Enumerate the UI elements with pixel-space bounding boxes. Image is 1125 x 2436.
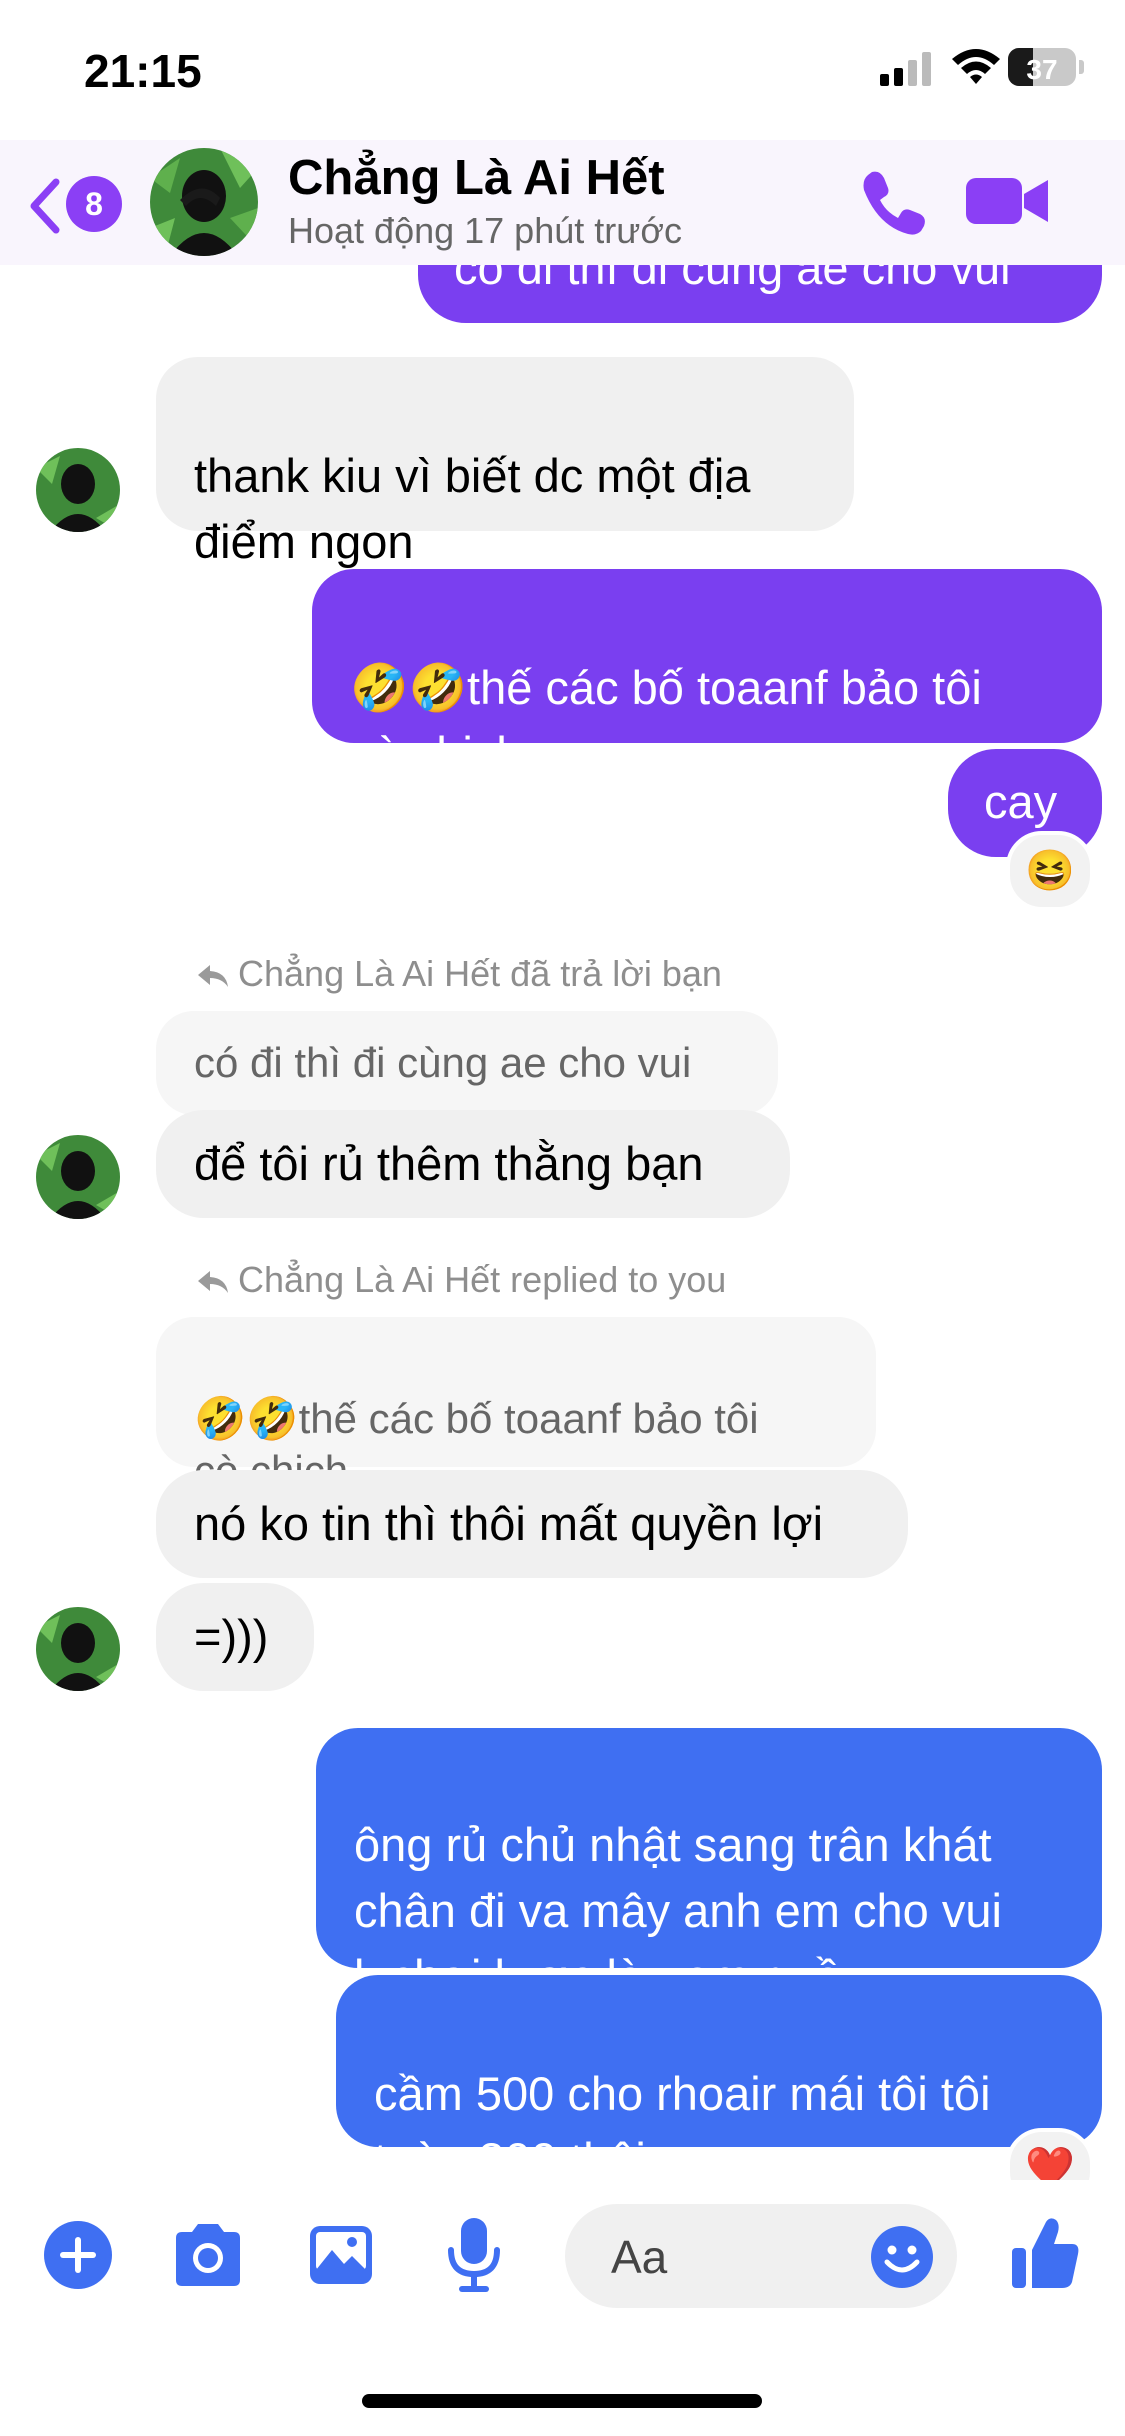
video-camera-icon[interactable] (964, 170, 1050, 232)
laughing-emoji-icon: 😆 (1025, 849, 1075, 893)
battery-icon: 37 (1008, 48, 1076, 86)
message-text: nó ko tin thì thôi mất quyền lợi (194, 1497, 824, 1550)
plus-icon (60, 2237, 96, 2273)
avatar[interactable] (36, 448, 120, 532)
message-bubble-incoming[interactable]: để tôi rủ thêm thằng bạn (156, 1110, 790, 1218)
phone-icon[interactable] (858, 166, 930, 238)
message-input-container[interactable] (565, 2204, 957, 2308)
reply-arrow-icon (198, 965, 228, 988)
battery-percent: 37 (1026, 54, 1058, 85)
message-input[interactable] (609, 2224, 873, 2290)
reply-indicator: Chẳng Là Ai Hết đã trả lời bạn (196, 953, 722, 995)
contact-activity-status: Hoạt động 17 phút trước (288, 210, 682, 251)
message-text: cầm 500 cho rhoair mái tôi tôi toàn 300 … (374, 2067, 991, 2180)
message-bubble-outgoing[interactable]: có đi thì đi cùng ae cho vui (418, 265, 1102, 323)
back-button[interactable]: 8 (24, 168, 124, 238)
image-icon[interactable] (306, 2220, 376, 2290)
unread-count-badge: 8 (66, 176, 122, 232)
message-text: =))) (194, 1610, 269, 1663)
contact-name[interactable]: Chẳng Là Ai Hết (288, 150, 665, 206)
home-indicator[interactable] (362, 2394, 762, 2408)
message-bubble-outgoing[interactable]: cầm 500 cho rhoair mái tôi tôi toàn 300 … (336, 1975, 1102, 2180)
message-text: cay (984, 775, 1058, 828)
message-bubble-incoming[interactable]: nó ko tin thì thôi mất quyền lợi (156, 1470, 908, 1578)
quoted-message[interactable]: 🤣🤣thế các bố toaanf bảo tôi cò chịch (156, 1317, 876, 1494)
conversation-header: 8 Chẳng Là Ai Hết Hoạt động 17 phút trướ… (0, 140, 1125, 265)
reply-indicator: Chẳng Là Ai Hết replied to you (196, 1259, 726, 1301)
avatar[interactable] (36, 1607, 120, 1691)
message-bubble-incoming[interactable]: thank kiu vì biết dc một địa điểm ngon (156, 357, 854, 568)
contact-avatar[interactable] (150, 148, 258, 256)
message-text: có đi thì đi cùng ae cho vui (454, 265, 1011, 294)
thumbs-up-icon[interactable] (1010, 2216, 1082, 2292)
message-text: để tôi rủ thêm thằng bạn (194, 1137, 704, 1190)
reaction-badge[interactable]: 😆 (1006, 831, 1094, 911)
emoji-icon[interactable] (869, 2224, 935, 2290)
avatar[interactable] (36, 1135, 120, 1219)
message-bubble-outgoing[interactable]: 🤣🤣thế các bố toaanf bảo tôi cò chịch (312, 569, 1102, 780)
message-list[interactable]: có đi thì đi cùng ae cho vui thank kiu v… (0, 265, 1125, 2180)
heart-icon: ❤️ (1025, 2146, 1075, 2180)
reply-arrow-icon (198, 1271, 228, 1294)
status-time: 21:15 (84, 45, 202, 97)
quoted-message[interactable]: có đi thì đi cùng ae cho vui (156, 1011, 778, 1115)
microphone-icon[interactable] (445, 2216, 503, 2296)
camera-icon[interactable] (170, 2220, 246, 2290)
chevron-left-icon (30, 178, 60, 234)
battery-cap (1079, 60, 1084, 74)
message-bubble-incoming[interactable]: =))) (156, 1583, 314, 1691)
message-text: 🤣🤣thế các bố toaanf bảo tôi cò chịch (350, 661, 982, 780)
reaction-badge[interactable]: ❤️ (1006, 2128, 1094, 2180)
wifi-icon (952, 49, 1000, 84)
plus-button[interactable] (44, 2221, 112, 2289)
message-text: thank kiu vì biết dc một địa điểm ngon (194, 449, 751, 568)
status-bar: 21:15 37 (0, 0, 1125, 140)
message-bubble-outgoing[interactable]: ông rủ chủ nhật sang trân khát chân đi v… (316, 1728, 1102, 2003)
cellular-signal-icon (880, 52, 936, 86)
